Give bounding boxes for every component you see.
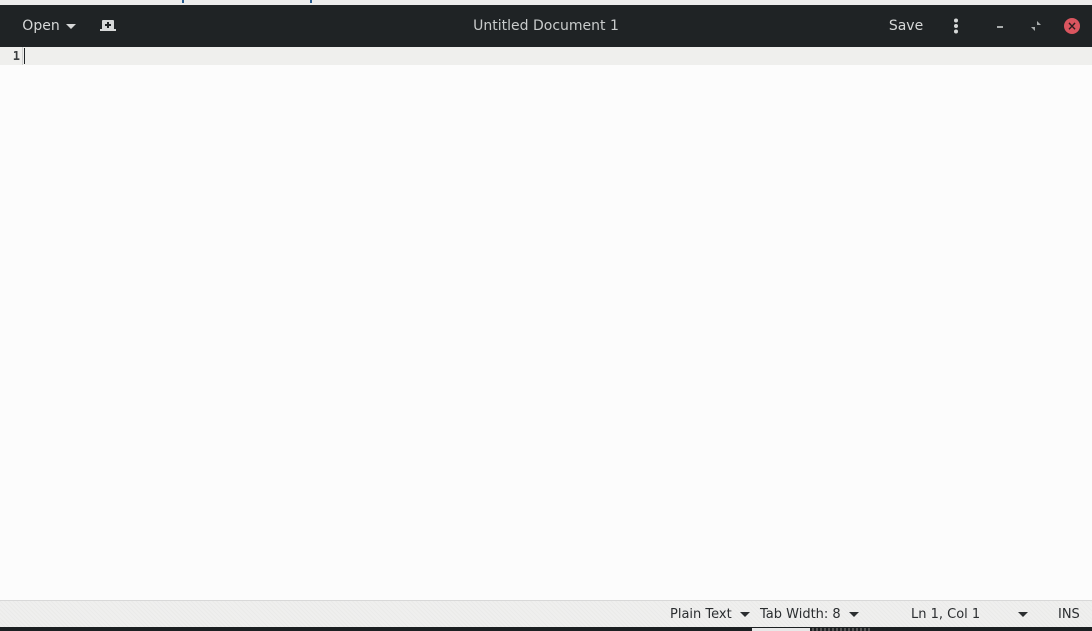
taskbar-strip	[0, 627, 1092, 631]
new-document-icon	[100, 20, 116, 31]
minimize-button[interactable]	[988, 5, 1012, 47]
text-cursor	[24, 48, 25, 64]
line-number: 1	[12, 49, 20, 63]
open-label: Open	[22, 18, 60, 34]
insert-mode-label: INS	[1058, 606, 1080, 622]
tab-width-selector[interactable]: Tab Width: 8	[760, 601, 859, 627]
strip-mark	[182, 0, 184, 3]
save-label: Save	[888, 18, 924, 34]
language-selector[interactable]: Plain Text	[670, 601, 750, 627]
menu-button[interactable]	[944, 5, 968, 47]
maximize-button[interactable]	[1024, 5, 1048, 47]
minimize-icon	[997, 26, 1003, 28]
position-menu-button[interactable]	[1018, 601, 1028, 627]
strip-mark	[310, 0, 312, 3]
chevron-down-icon	[848, 611, 859, 617]
language-label: Plain Text	[670, 606, 732, 622]
insert-mode-indicator[interactable]: INS	[1058, 601, 1080, 627]
open-button[interactable]: Open	[16, 5, 82, 47]
close-button[interactable]: ×	[1060, 5, 1084, 47]
new-document-button[interactable]	[94, 5, 122, 47]
close-icon: ×	[1064, 18, 1080, 34]
statusbar: Plain Text Tab Width: 8 Ln 1, Col 1 INS	[0, 600, 1092, 627]
chevron-down-icon	[739, 611, 750, 617]
tab-width-label: Tab Width: 8	[760, 606, 841, 622]
headerbar: Untitled Document 1 Open Save ×	[0, 5, 1092, 47]
chevron-down-icon	[1018, 611, 1028, 617]
chevron-down-icon	[65, 23, 76, 29]
vertical-ellipsis-icon	[954, 18, 958, 34]
text-area[interactable]	[23, 47, 1092, 600]
cursor-position[interactable]: Ln 1, Col 1	[911, 601, 1031, 627]
restore-icon	[1031, 21, 1041, 31]
text-editor[interactable]: 1	[0, 47, 1092, 600]
save-button[interactable]: Save	[880, 5, 932, 47]
cursor-position-label: Ln 1, Col 1	[911, 606, 981, 622]
